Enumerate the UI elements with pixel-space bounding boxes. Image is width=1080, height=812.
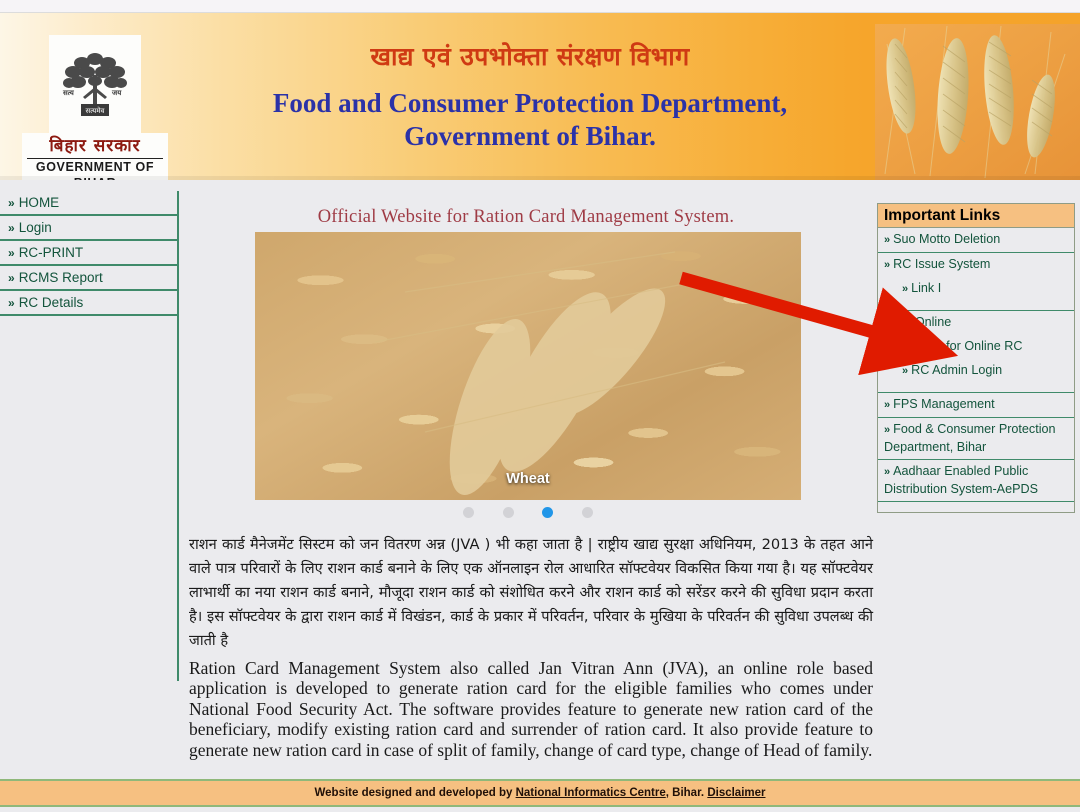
link-label: FPS Management xyxy=(893,397,995,411)
page-title: Official Website for Ration Card Managem… xyxy=(317,207,735,227)
double-chevron-icon: » xyxy=(8,296,15,310)
important-links-list: » Suo Motto Deletion » RC Issue System » Li… xyxy=(877,228,1075,513)
svg-text:जय: जय xyxy=(111,89,122,97)
bihar-government-logo[interactable]: सत्य जय सत्यमेव बिहार सरकार GOVERNMENT O… xyxy=(22,35,168,180)
sidebar-item-home[interactable]: » HOME xyxy=(0,191,177,216)
footer-link-nic[interactable]: National Informatics Centre xyxy=(516,787,666,799)
double-chevron-icon: » xyxy=(902,341,908,353)
sidebar-item-rcms-report[interactable]: » RCMS Report xyxy=(0,266,177,291)
link-rc-admin-login[interactable]: » RC Admin Login xyxy=(878,359,1074,383)
sidebar-item-label: Login xyxy=(18,220,52,235)
browser-top-strip xyxy=(0,0,1080,13)
link-link-i[interactable]: » Link I xyxy=(878,277,1074,301)
link-label: Food & Consumer Protection Department, B… xyxy=(884,422,1056,454)
link-label: Apply for Online RC xyxy=(911,339,1023,353)
important-links-panel: Important Links » Suo Motto Deletion » RC … xyxy=(877,203,1075,513)
link-suo-motto-deletion[interactable]: » Suo Motto Deletion xyxy=(878,228,1074,253)
content-area: » HOME » Login » RC-PRINT » RCMS Report » RC … xyxy=(0,180,1080,768)
link-label: RC Online xyxy=(893,315,952,329)
link-label: RC Admin Login xyxy=(911,363,1003,377)
header-title-hindi: खाद्य एवं उपभोक्ता संरक्षण विभाग xyxy=(370,42,690,71)
links-bottom-spacer xyxy=(878,502,1074,512)
carousel-image-wheat xyxy=(255,232,801,500)
link-apply-for-online-rc[interactable]: » Apply for Online RC xyxy=(878,335,1074,359)
sidebar-item-label: HOME xyxy=(18,195,60,210)
description-paragraph-english: Ration Card Management System also calle… xyxy=(189,657,873,760)
carousel-dot-2[interactable] xyxy=(502,507,514,519)
double-chevron-icon: » xyxy=(8,246,15,260)
sidebar-item-login[interactable]: » Login xyxy=(0,216,177,241)
header-title-english-line2: Government of Bihar. xyxy=(404,121,656,151)
footer-text-middle: , Bihar. xyxy=(665,787,708,799)
sidebar-item-label: RCMS Report xyxy=(18,270,103,285)
link-label: Link I xyxy=(911,281,942,295)
link-label: Aadhaar Enabled Public Distribution Syst… xyxy=(884,464,1038,496)
main-content: Official Website for Ration Card Managem… xyxy=(181,180,873,768)
wheat-stalks-photo xyxy=(875,24,1080,180)
carousel-caption: Wheat xyxy=(506,471,550,487)
page-root: सत्य जय सत्यमेव बिहार सरकार GOVERNMENT O… xyxy=(0,13,1080,812)
svg-text:सत्य: सत्य xyxy=(62,89,75,97)
ashoka-emblem-icon: सत्य जय सत्यमेव xyxy=(49,35,141,135)
carousel-dot-4[interactable] xyxy=(581,507,593,519)
carousel-dot-1[interactable] xyxy=(463,507,475,519)
carousel-dots[interactable] xyxy=(255,504,801,522)
double-chevron-icon: » xyxy=(902,283,908,295)
link-label: RC Issue System xyxy=(893,257,991,271)
double-chevron-icon: » xyxy=(884,317,890,329)
bihar-sarkar-wordmark: बिहार सरकार GOVERNMENT OF BIHAR xyxy=(22,133,168,180)
sidebar-item-rc-print[interactable]: » RC-PRINT xyxy=(0,241,177,266)
description-paragraph-hindi: राशन कार्ड मैनेजमेंट सिस्टम को जन वितरण … xyxy=(189,535,873,649)
link-fps-management[interactable]: » FPS Management xyxy=(878,393,1074,418)
site-footer: Website designed and developed by Nation… xyxy=(0,779,1080,807)
link-label: Suo Motto Deletion xyxy=(893,232,1001,246)
double-chevron-icon: » xyxy=(884,399,890,411)
sidebar-item-label: RC Details xyxy=(18,295,84,310)
double-chevron-icon: » xyxy=(884,424,890,436)
logo-hindi-text: बिहार सरकार xyxy=(49,136,141,156)
site-header: सत्य जय सत्यमेव बिहार सरकार GOVERNMENT O… xyxy=(0,13,1080,180)
important-links-header: Important Links xyxy=(877,203,1075,228)
links-divider-1 xyxy=(878,301,1074,311)
link-aadhaar-enabled-pds[interactable]: » Aadhaar Enabled Public Distribution Sys… xyxy=(878,460,1074,502)
double-chevron-icon: » xyxy=(8,221,15,235)
double-chevron-icon: » xyxy=(8,196,15,210)
image-carousel[interactable]: Wheat xyxy=(255,232,801,519)
double-chevron-icon: » xyxy=(884,466,890,478)
double-chevron-icon: » xyxy=(884,259,890,271)
double-chevron-icon: » xyxy=(8,271,15,285)
left-navigation: » HOME » Login » RC-PRINT » RCMS Report » RC … xyxy=(0,191,179,681)
svg-text:सत्यमेव: सत्यमेव xyxy=(86,106,105,115)
link-rc-online[interactable]: » RC Online xyxy=(878,311,1074,335)
double-chevron-icon: » xyxy=(902,365,908,377)
carousel-dot-3-active[interactable] xyxy=(542,507,554,519)
footer-text-before: Website designed and developed by xyxy=(314,787,516,799)
sidebar-item-rc-details[interactable]: » RC Details xyxy=(0,291,177,316)
sidebar-item-label: RC-PRINT xyxy=(18,245,84,260)
footer-link-disclaimer[interactable]: Disclaimer xyxy=(707,787,765,799)
links-divider-2 xyxy=(878,383,1074,393)
link-rc-issue-system[interactable]: » RC Issue System xyxy=(878,253,1074,277)
link-food-consumer-protection-dept[interactable]: » Food & Consumer Protection Department, … xyxy=(878,418,1074,460)
header-title-english-line1: Food and Consumer Protection Department, xyxy=(272,88,788,118)
double-chevron-icon: » xyxy=(884,234,890,246)
